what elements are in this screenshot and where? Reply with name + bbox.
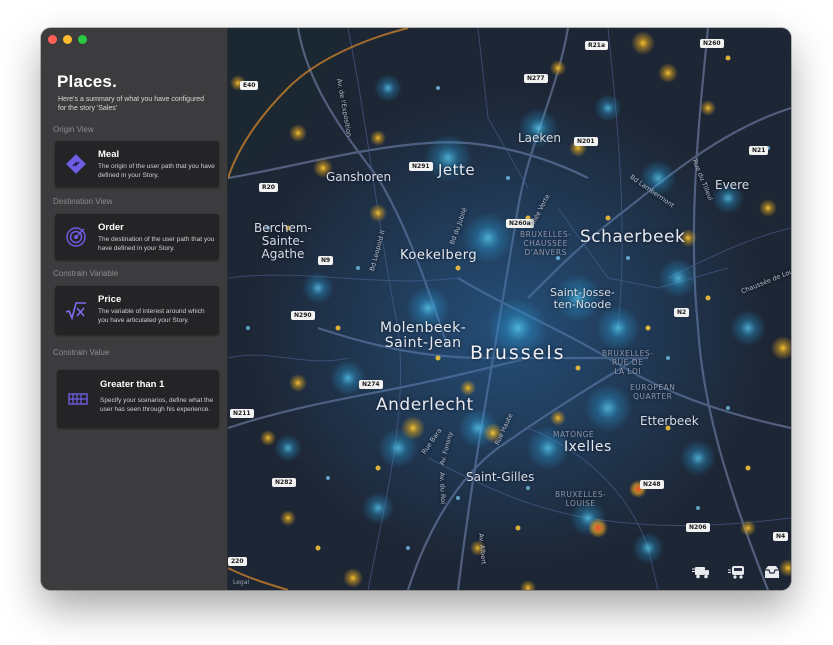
map-canvas: [228, 28, 791, 590]
target-icon: [65, 226, 87, 248]
delivery-truck-icon[interactable]: [692, 565, 710, 579]
area-label-rue-de-la-loi: BRUXELLES- RUE DE LA LOI: [602, 349, 654, 376]
transit-icon[interactable]: [728, 565, 746, 579]
district-label-schaerbeek: Schaerbeek: [580, 227, 686, 247]
page-subtitle: Here's a summary of what you have config…: [58, 96, 205, 112]
page-title: Places.: [57, 72, 118, 91]
card-constrain-variable[interactable]: Price The variable of interest around wh…: [55, 286, 219, 335]
street-label-roi: Av. du Roi: [438, 472, 448, 505]
district-label-ixelles: Ixelles: [564, 439, 612, 455]
road-shield-n291: N291: [409, 162, 433, 171]
city-label-brussels: Brussels: [470, 342, 566, 364]
area-label-louise: BRUXELLES- LOUISE: [555, 490, 607, 508]
legal-link[interactable]: Legal: [233, 579, 249, 586]
district-label-jette: Jette: [438, 161, 476, 179]
card-destination-view[interactable]: Order The destination of the user path t…: [55, 214, 219, 260]
minimize-window-button[interactable]: [63, 35, 72, 44]
district-label-ganshoren: Ganshoren: [326, 170, 392, 184]
road-shield-r20: R20: [259, 183, 278, 192]
app-window: Places. Here's a summary of what you hav…: [41, 28, 791, 590]
district-label-berchem: Berchem- Sainte- Agathe: [254, 221, 312, 261]
section-label-constrain-variable: Constrain Variable: [53, 269, 119, 278]
road-shield-n4: N4: [773, 532, 789, 541]
area-label-chaussee-anvers: BRUXELLES- CHAUSSÉE D'ANVERS: [520, 230, 572, 257]
section-label-origin-view: Origin View: [53, 125, 94, 134]
road-shield-n21: N21: [749, 146, 769, 155]
card-constrain-value[interactable]: Greater than 1 Specify your scenarios, d…: [57, 370, 219, 428]
card-title-price: Price: [98, 294, 122, 305]
card-origin-view[interactable]: Meal The origin of the user path that yo…: [55, 141, 219, 187]
section-label-destination-view: Destination View: [53, 197, 113, 206]
card-desc-order: The destination of the user path that yo…: [98, 236, 215, 252]
inbox-tray-icon[interactable]: [763, 565, 781, 579]
road-shield-e40: E40: [240, 81, 259, 90]
card-title-greater-than: Greater than 1: [100, 379, 165, 390]
road-shield-n282: N282: [272, 478, 296, 487]
sidebar: Places. Here's a summary of what you hav…: [41, 28, 228, 590]
route-diamond-icon: [65, 153, 87, 175]
district-label-saint-josse: Saint-Josse- ten-Noode: [550, 286, 615, 311]
card-title-meal: Meal: [98, 149, 120, 160]
card-desc-price: The variable of interest around which yo…: [98, 308, 205, 324]
close-window-button[interactable]: [48, 35, 57, 44]
district-label-koekelberg: Koekelberg: [400, 248, 478, 263]
district-label-saint-gilles: Saint-Gilles: [466, 470, 535, 484]
heatmap-map[interactable]: R21a N260 N277 E40 N201 N21 N291 R20 N26…: [228, 28, 791, 590]
road-shield-n248: N248: [640, 480, 664, 489]
road-shield-n274: N274: [359, 380, 383, 389]
road-shield-n211: N211: [230, 409, 254, 418]
card-desc-greater-than: Specify your scenarios, define what the …: [100, 397, 214, 413]
district-label-laeken: Laeken: [518, 131, 561, 145]
district-label-anderlecht: Anderlecht: [376, 395, 474, 415]
section-label-constrain-value: Constrain Value: [53, 348, 110, 357]
road-shield-n201: N201: [574, 137, 598, 146]
district-label-evere: Evere: [715, 178, 750, 192]
area-label-matonge: MATONGE: [553, 430, 595, 439]
district-label-etterbeek: Etterbeek: [640, 414, 699, 428]
square-root-x-icon: [65, 300, 87, 322]
card-title-order: Order: [98, 222, 124, 233]
road-shield-r21a: R21a: [585, 41, 609, 50]
road-shield-n206: N206: [686, 523, 710, 532]
card-desc-meal: The origin of the user path that you hav…: [98, 163, 215, 179]
road-shield-220: 220: [228, 557, 247, 566]
road-shield-n277: N277: [524, 74, 548, 83]
filter-range-icon: [67, 388, 89, 410]
road-shield-n2: N2: [674, 308, 690, 317]
road-shield-n260: N260: [700, 39, 724, 48]
district-label-molenbeek: Molenbeek- Saint-Jean: [380, 320, 467, 351]
zoom-window-button[interactable]: [78, 35, 87, 44]
road-shield-n290: N290: [291, 311, 315, 320]
area-label-european-quarter: EUROPEAN QUARTER: [630, 383, 676, 401]
road-shield-n9: N9: [318, 256, 334, 265]
